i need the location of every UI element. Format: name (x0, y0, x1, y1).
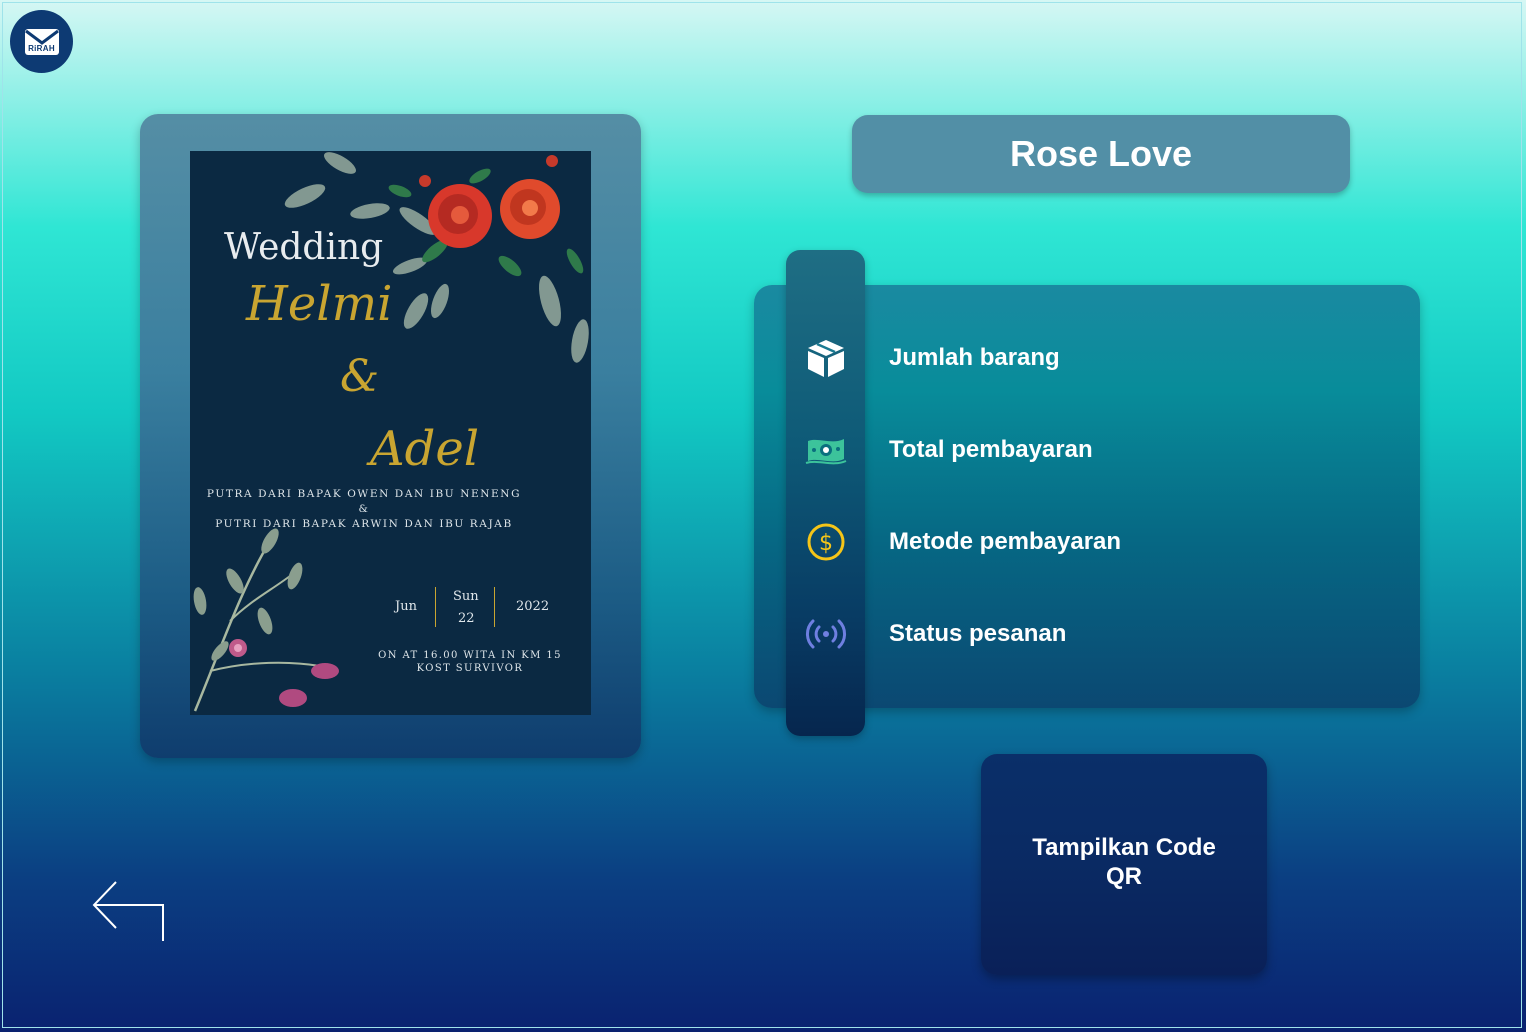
show-qr-code-label: Tampilkan Code QR (1032, 833, 1216, 890)
ampersand: & (340, 351, 380, 402)
date-divider (494, 587, 495, 627)
parents-line-1: PUTRA DARI BAPAK OWEN DAN IBU NENENG (206, 488, 522, 500)
product-title: Rose Love (1009, 133, 1193, 174)
parents-text: PUTRA DARI BAPAK OWEN DAN IBU NENENG & P… (190, 487, 538, 532)
detail-row-order-status: Status pesanan (786, 609, 1346, 659)
groom-name: Helmi (246, 276, 393, 332)
broadcast-icon (786, 609, 865, 659)
event-venue: ON AT 16.00 WITA IN KM 15 KOST SURVIVOR (370, 649, 570, 675)
money-icon (786, 425, 865, 475)
parents-ampersand: & (358, 503, 370, 515)
invitation-card-image: Wedding Helmi & Adel PUTRA DARI BAPAK OW… (190, 151, 591, 715)
detail-label: Status pesanan (889, 620, 1067, 647)
icon-rail (786, 250, 865, 736)
date-year: 2022 (516, 599, 550, 614)
venue-line-2: KOST SURVIVOR (416, 663, 524, 674)
invitation-heading: Wedding (224, 227, 384, 268)
date-month: Jun (395, 599, 417, 614)
detail-row-payment-method: $ Metode pembayaran (786, 517, 1346, 567)
detail-row-quantity: Jumlah barang (786, 333, 1346, 383)
back-arrow-icon[interactable] (90, 878, 168, 944)
date-day-number: 22 (458, 611, 475, 626)
detail-label: Total pembayaran (889, 436, 1093, 463)
product-title-pill: Rose Love (852, 115, 1350, 193)
bride-name: Adel (370, 421, 480, 477)
app-logo[interactable]: RiRAH (10, 10, 73, 73)
envelope-icon: RiRAH (24, 28, 59, 55)
date-divider (435, 587, 436, 627)
event-date: Jun Sun 22 2022 (383, 583, 563, 629)
dollar-coin-icon: $ (786, 517, 865, 567)
date-day-name: Sun (453, 589, 479, 604)
logo-text: RiRAH (28, 43, 55, 53)
venue-line-1: ON AT 16.00 WITA IN KM 15 (378, 650, 562, 661)
detail-label: Jumlah barang (889, 344, 1060, 371)
svg-text:$: $ (819, 531, 833, 556)
detail-label: Metode pembayaran (889, 528, 1122, 555)
parents-line-2: PUTRI DARI BAPAK ARWIN DAN IBU RAJAB (215, 518, 513, 530)
show-qr-code-button[interactable]: Tampilkan Code QR (981, 754, 1267, 975)
detail-row-total: Total pembayaran (786, 425, 1346, 475)
box-icon (786, 333, 865, 383)
